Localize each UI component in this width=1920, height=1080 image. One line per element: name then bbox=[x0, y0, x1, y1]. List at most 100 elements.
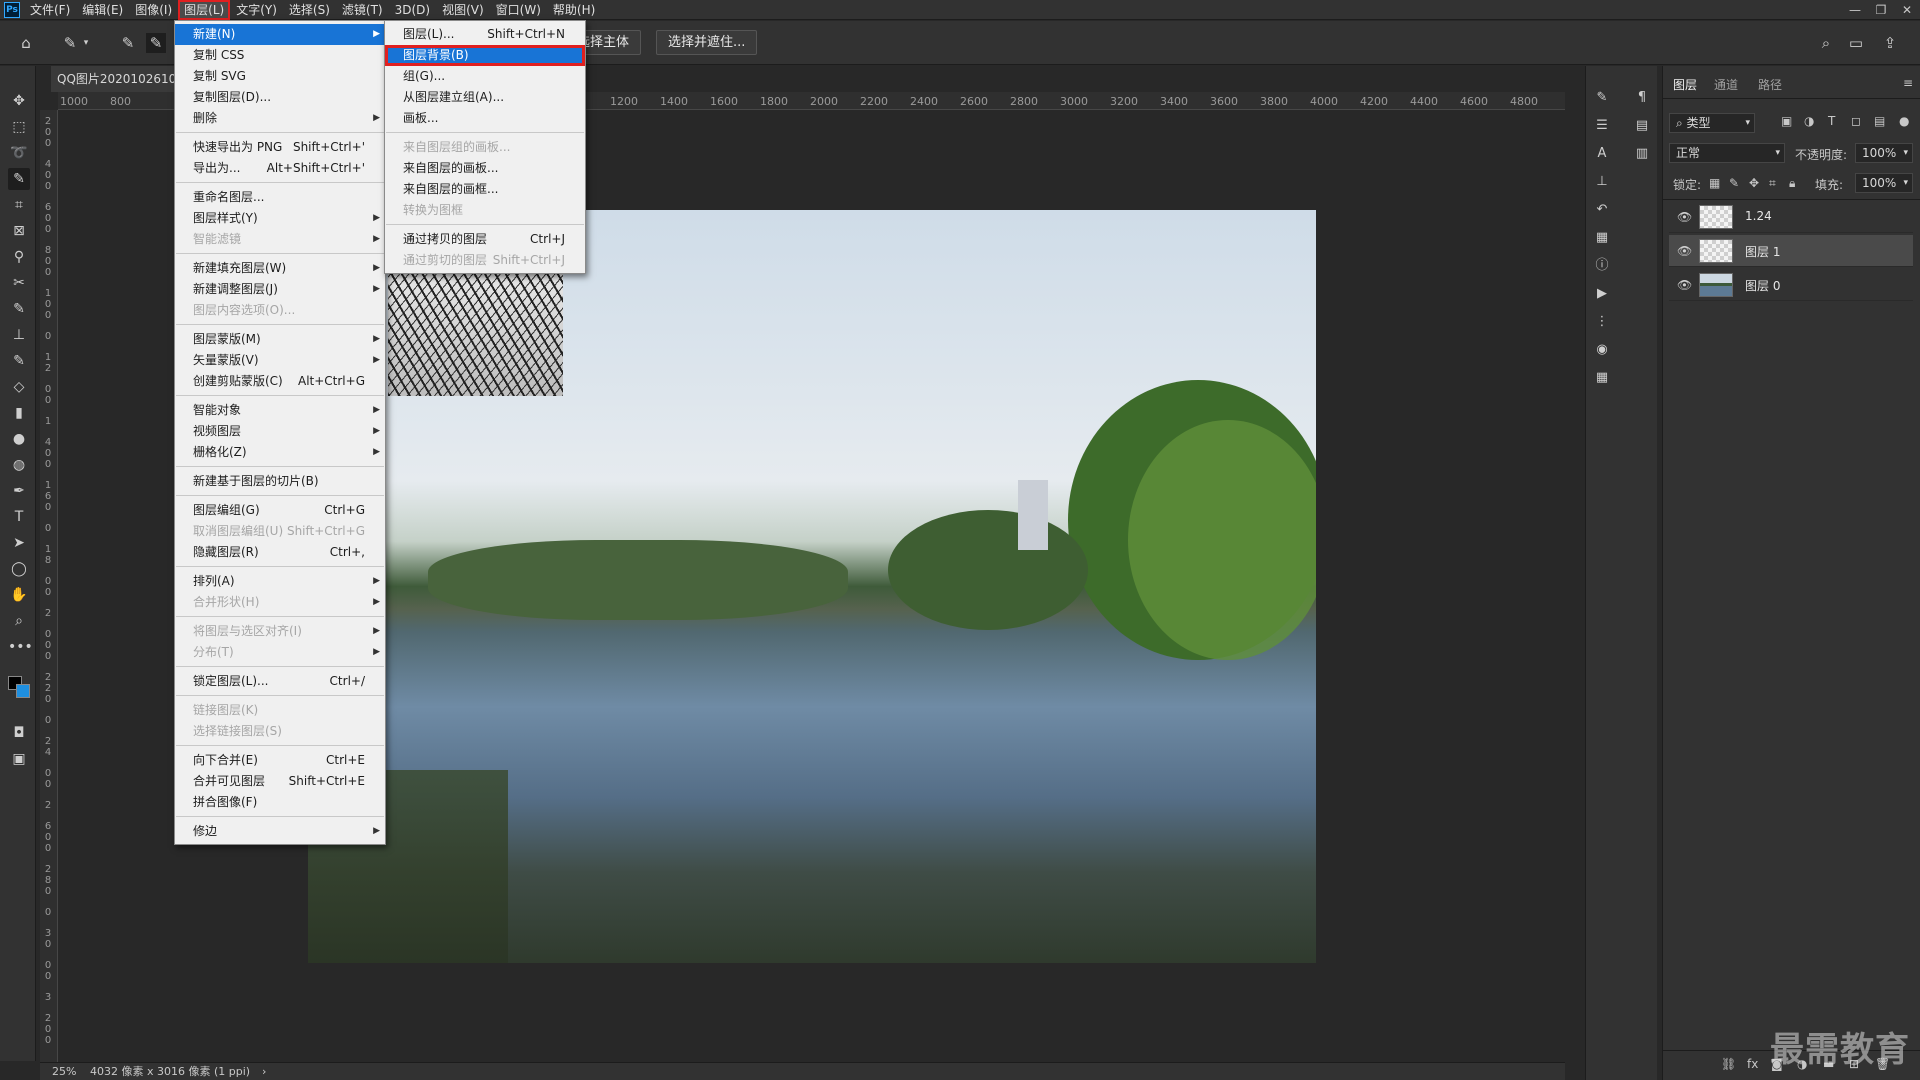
filter-adjustment-icon[interactable]: ◑ bbox=[1804, 114, 1814, 128]
pen-tool-icon[interactable]: ✒ bbox=[8, 480, 30, 502]
visibility-eye-icon[interactable]: 👁︎ bbox=[1677, 244, 1692, 258]
lasso-tool-icon[interactable]: ➰ bbox=[8, 142, 30, 164]
panel-menu-icon[interactable]: ≡ bbox=[1903, 76, 1913, 90]
brush-settings-icon[interactable]: ✎ bbox=[1592, 88, 1612, 108]
layer-menu-item-6[interactable]: 导出为... Alt+Shift+Ctrl+' bbox=[175, 158, 385, 179]
info-icon[interactable]: ⓘ bbox=[1592, 256, 1612, 276]
layer-menu-item-22[interactable]: 隐藏图层(R) Ctrl+, bbox=[175, 542, 385, 563]
menu-help[interactable]: 帮助(H) bbox=[547, 0, 601, 20]
new-submenu-item-3[interactable]: 从图层建立组(A)... bbox=[385, 87, 585, 108]
menu-view[interactable]: 视图(V) bbox=[436, 0, 490, 20]
layer-menu-item-8[interactable]: 图层样式(Y) ▶ bbox=[175, 208, 385, 229]
eyedropper-tool-icon[interactable]: ⚲ bbox=[8, 246, 30, 268]
workspace-icon[interactable]: ▭ bbox=[1846, 33, 1866, 53]
grid-icon[interactable]: ▦ bbox=[1592, 368, 1612, 388]
layer-menu-item-13[interactable]: 图层蒙版(M) ▶ bbox=[175, 329, 385, 350]
layer-menu-item-2[interactable]: 复制 SVG bbox=[175, 66, 385, 87]
layer-menu-item-33[interactable]: 修边 ▶ bbox=[175, 821, 385, 842]
filter-smart-object-icon[interactable]: ▤ bbox=[1874, 114, 1885, 128]
healing-brush-tool-icon[interactable]: ✂ bbox=[8, 272, 30, 294]
timeline-icon[interactable]: ⋮ bbox=[1592, 312, 1612, 332]
history-icon[interactable]: ↶ bbox=[1592, 200, 1612, 220]
layer-menu-item-7[interactable]: 重命名图层... bbox=[175, 187, 385, 208]
adjustments-icon[interactable]: ☰ bbox=[1592, 116, 1612, 136]
menu-window[interactable]: 窗口(W) bbox=[490, 0, 547, 20]
menu-filter[interactable]: 滤镜(T) bbox=[336, 0, 389, 20]
marquee-tool-icon[interactable]: ⬚ bbox=[8, 116, 30, 138]
layer-menu-item-15[interactable]: 创建剪贴蒙版(C) Alt+Ctrl+G bbox=[175, 371, 385, 392]
layer-row-layer-0[interactable]: 👁︎ 图层 0 bbox=[1669, 269, 1913, 301]
new-submenu-item-7[interactable]: 来自图层的画框... bbox=[385, 179, 585, 200]
filter-toggle-icon[interactable]: ● bbox=[1899, 114, 1909, 128]
menu-type[interactable]: 文字(Y) bbox=[230, 0, 283, 20]
layer-menu-item-14[interactable]: 矢量蒙版(V) ▶ bbox=[175, 350, 385, 371]
ellipse-tool-icon[interactable]: ◯ bbox=[8, 558, 30, 580]
background-color-swatch[interactable] bbox=[16, 684, 30, 698]
layer-menu-item-10[interactable]: 新建填充图层(W) ▶ bbox=[175, 258, 385, 279]
layer-menu-item-23[interactable]: 排列(A) ▶ bbox=[175, 571, 385, 592]
layer-menu-item-5[interactable]: 快速导出为 PNG Shift+Ctrl+' bbox=[175, 137, 385, 158]
properties-icon[interactable]: ▤ bbox=[1632, 116, 1652, 136]
add-selection-brush-icon[interactable]: ✎ bbox=[146, 33, 166, 53]
lock-pixels-icon[interactable]: ✎ bbox=[1729, 176, 1739, 190]
filter-pixel-icon[interactable]: ▣ bbox=[1781, 114, 1792, 128]
hand-tool-icon[interactable]: ✋ bbox=[8, 584, 30, 606]
notes-icon[interactable]: ▥ bbox=[1632, 144, 1652, 164]
quick-mask-icon[interactable]: ◘ bbox=[8, 722, 30, 744]
history-brush-tool-icon[interactable]: ✎ bbox=[8, 350, 30, 372]
blend-mode-select[interactable]: 正常 ▾ bbox=[1669, 143, 1785, 163]
restore-icon[interactable]: ❐ bbox=[1868, 0, 1894, 20]
frame-tool-icon[interactable]: ⊠ bbox=[8, 220, 30, 242]
new-submenu-item-6[interactable]: 来自图层的画板... bbox=[385, 158, 585, 179]
share-icon[interactable]: ⇪ bbox=[1880, 33, 1900, 53]
layer-menu-item-1[interactable]: 复制 CSS bbox=[175, 45, 385, 66]
menu-file[interactable]: 文件(F) bbox=[24, 0, 76, 20]
move-tool-icon[interactable]: ✥ bbox=[8, 90, 30, 112]
more-tools-icon[interactable]: ••• bbox=[8, 636, 33, 658]
lock-transparent-icon[interactable]: ▦ bbox=[1709, 176, 1720, 190]
dodge-tool-icon[interactable]: ◍ bbox=[8, 454, 30, 476]
menu-layer[interactable]: 图层(L) bbox=[178, 0, 231, 20]
paragraph-icon[interactable]: ¶ bbox=[1632, 88, 1652, 108]
link-layers-icon[interactable]: ⛓︎ bbox=[1721, 1057, 1736, 1071]
new-submenu-item-1[interactable]: 图层背景(B) bbox=[385, 45, 585, 66]
character-icon[interactable]: A bbox=[1592, 144, 1612, 164]
crop-tool-icon[interactable]: ⌗ bbox=[8, 194, 30, 216]
gradient-tool-icon[interactable]: ▮ bbox=[8, 402, 30, 424]
document-tab[interactable]: QQ图片20201026102 bbox=[51, 66, 177, 92]
tab-channels[interactable]: 通道 bbox=[1714, 76, 1738, 93]
layer-menu-item-20[interactable]: 图层编组(G) Ctrl+G bbox=[175, 500, 385, 521]
path-selection-tool-icon[interactable]: ➤ bbox=[8, 532, 30, 554]
menu-edit[interactable]: 编辑(E) bbox=[76, 0, 129, 20]
visibility-eye-icon[interactable]: 👁︎ bbox=[1677, 210, 1692, 224]
zoom-tool-icon[interactable]: ⌕ bbox=[8, 610, 30, 632]
menu-3d[interactable]: 3D(D) bbox=[389, 0, 436, 20]
clone-stamp-tool-icon[interactable]: ⊥ bbox=[8, 324, 30, 346]
actions-play-icon[interactable]: ▶ bbox=[1592, 284, 1612, 304]
type-tool-icon[interactable]: T bbox=[8, 506, 30, 528]
new-selection-brush-icon[interactable]: ✎ bbox=[118, 33, 138, 53]
chevron-down-icon[interactable]: ▾ bbox=[76, 33, 96, 53]
new-submenu-item-2[interactable]: 组(G)... bbox=[385, 66, 585, 87]
new-submenu-item-0[interactable]: 图层(L)... Shift+Ctrl+N bbox=[385, 24, 585, 45]
lock-artboard-icon[interactable]: ⌗ bbox=[1769, 176, 1776, 191]
layer-menu-item-3[interactable]: 复制图层(D)... bbox=[175, 87, 385, 108]
select-and-mask-button[interactable]: 选择并遮住... bbox=[656, 30, 758, 55]
blur-tool-icon[interactable]: ● bbox=[8, 428, 30, 450]
layer-menu-item-17[interactable]: 视频图层 ▶ bbox=[175, 421, 385, 442]
new-submenu-item-4[interactable]: 画板... bbox=[385, 108, 585, 129]
opacity-input[interactable]: 100% ▾ bbox=[1855, 143, 1913, 163]
layer-menu-item-11[interactable]: 新建调整图层(J) ▶ bbox=[175, 279, 385, 300]
layer-menu-item-0[interactable]: 新建(N) ▶ bbox=[175, 24, 385, 45]
menu-select[interactable]: 选择(S) bbox=[283, 0, 336, 20]
layer-menu-item-4[interactable]: 删除 ▶ bbox=[175, 108, 385, 129]
layer-row-layer-1[interactable]: 👁︎ 图层 1 bbox=[1669, 235, 1913, 267]
layer-row-1-24[interactable]: 👁︎ 1.24 bbox=[1669, 201, 1913, 233]
layer-menu-item-27[interactable]: 锁定图层(L)... Ctrl+/ bbox=[175, 671, 385, 692]
tree-branches-layer[interactable] bbox=[388, 268, 563, 396]
libraries-icon[interactable]: ▦ bbox=[1592, 228, 1612, 248]
quick-selection-tool-icon[interactable]: ✎ bbox=[8, 168, 30, 190]
lock-position-icon[interactable]: ✥ bbox=[1749, 176, 1759, 190]
layer-menu-item-16[interactable]: 智能对象 ▶ bbox=[175, 400, 385, 421]
menu-image[interactable]: 图像(I) bbox=[129, 0, 178, 20]
